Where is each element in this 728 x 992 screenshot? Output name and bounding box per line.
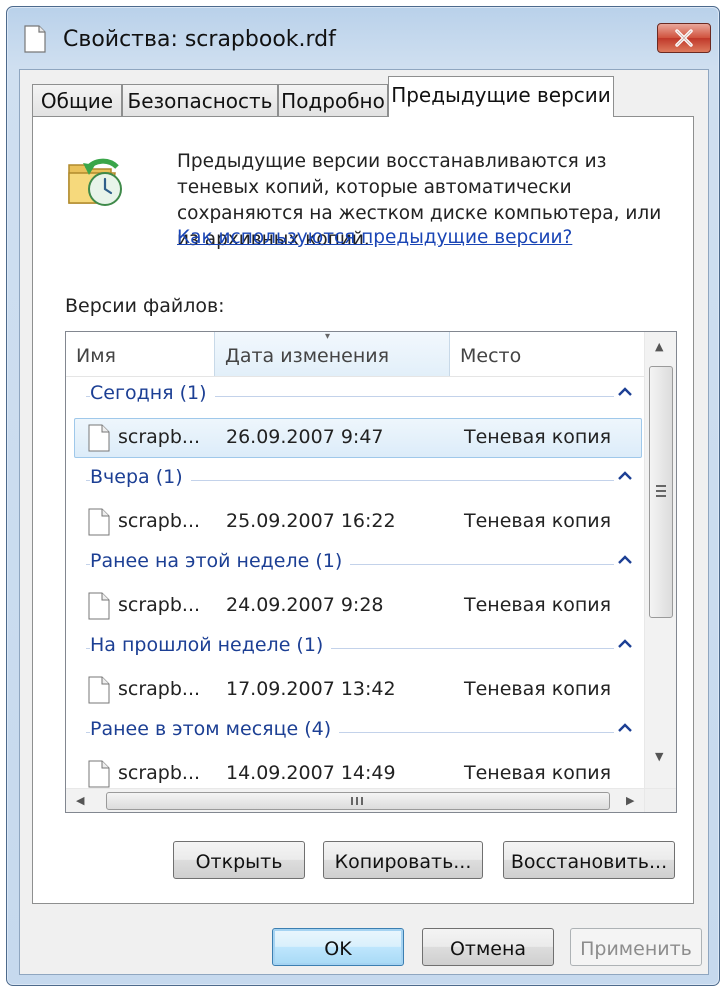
file-icon bbox=[88, 424, 110, 452]
group-header[interactable]: Вчера (1) bbox=[66, 460, 644, 500]
file-date: 25.09.2007 16:22 bbox=[226, 510, 396, 532]
tab-details[interactable]: Подробно bbox=[278, 84, 388, 116]
file-date: 26.09.2007 9:47 bbox=[226, 426, 384, 448]
close-button[interactable] bbox=[657, 23, 711, 53]
group-header[interactable]: Ранее в этом месяце (4) bbox=[66, 712, 644, 752]
vertical-scroll-thumb[interactable] bbox=[649, 366, 673, 618]
column-date-modified[interactable]: ▾ Дата изменения bbox=[214, 332, 450, 376]
grip-line bbox=[656, 490, 666, 492]
collapse-icon[interactable] bbox=[616, 384, 634, 400]
file-date: 14.09.2007 14:49 bbox=[226, 762, 396, 784]
title-bar[interactable]: Свойства: scrapbook.rdf bbox=[7, 7, 719, 69]
dialog-content: Общие Безопасность Подробно Предыдущие в… bbox=[19, 69, 709, 975]
column-location[interactable]: Место bbox=[450, 332, 644, 376]
scroll-up-icon[interactable]: ▲ bbox=[655, 340, 663, 353]
file-location: Теневая копия bbox=[464, 678, 612, 700]
copy-button[interactable]: Копировать... bbox=[323, 841, 483, 879]
group-header[interactable]: Сегодня (1) bbox=[66, 376, 644, 416]
column-name[interactable]: Имя bbox=[66, 332, 214, 376]
scroll-left-icon[interactable]: ◀ bbox=[76, 794, 84, 807]
file-name: scrapb... bbox=[118, 678, 201, 700]
file-name: scrapb... bbox=[118, 594, 201, 616]
ok-button[interactable]: OK bbox=[272, 928, 404, 966]
file-date: 24.09.2007 9:28 bbox=[226, 594, 384, 616]
file-location: Теневая копия bbox=[464, 762, 612, 784]
scroll-down-icon[interactable]: ▼ bbox=[655, 750, 663, 763]
grip-line bbox=[356, 797, 358, 805]
collapse-icon[interactable] bbox=[616, 720, 634, 736]
horizontal-scrollbar[interactable]: ◀ ▶ bbox=[66, 788, 676, 812]
grip-line bbox=[656, 495, 666, 497]
file-location: Теневая копия bbox=[464, 426, 612, 448]
group-label: Вчера (1) bbox=[90, 466, 191, 488]
properties-dialog: Свойства: scrapbook.rdf Общие Безопаснос… bbox=[6, 6, 720, 986]
column-header: Имя ▾ Дата изменения Место bbox=[66, 332, 644, 377]
list-item[interactable]: scrapb... 26.09.2007 9:47 Теневая копия bbox=[66, 418, 644, 460]
file-versions-label: Версии файлов: bbox=[65, 295, 225, 317]
file-icon bbox=[88, 760, 110, 788]
scroll-right-icon[interactable]: ▶ bbox=[626, 794, 634, 807]
list-item[interactable]: scrapb... 24.09.2007 9:28 Теневая копия bbox=[66, 586, 644, 628]
close-icon bbox=[675, 29, 693, 47]
tab-previous-versions[interactable]: Предыдущие версии bbox=[388, 76, 614, 117]
document-icon bbox=[24, 25, 46, 53]
folder-restore-icon bbox=[68, 158, 122, 206]
tab-security[interactable]: Безопасность bbox=[122, 84, 278, 116]
group-label: На прошлой неделе (1) bbox=[90, 634, 332, 656]
file-date: 17.09.2007 13:42 bbox=[226, 678, 396, 700]
versions-list[interactable]: Имя ▾ Дата изменения Место Сегодня (1) s… bbox=[65, 331, 677, 813]
grip-line bbox=[351, 797, 353, 805]
collapse-icon[interactable] bbox=[616, 552, 634, 568]
window-title: Свойства: scrapbook.rdf bbox=[63, 27, 336, 52]
apply-button[interactable]: Применить bbox=[570, 928, 702, 966]
collapse-icon[interactable] bbox=[616, 468, 634, 484]
file-icon bbox=[88, 508, 110, 536]
column-date-label: Дата изменения bbox=[225, 345, 390, 367]
group-label: Сегодня (1) bbox=[90, 382, 215, 404]
list-item[interactable]: scrapb... 25.09.2007 16:22 Теневая копия bbox=[66, 502, 644, 544]
open-button[interactable]: Открыть bbox=[173, 841, 305, 879]
group-label: Ранее в этом месяце (4) bbox=[90, 718, 340, 740]
group-header[interactable]: Ранее на этой неделе (1) bbox=[66, 544, 644, 584]
restore-button[interactable]: Восстановить... bbox=[503, 841, 675, 879]
file-name: scrapb... bbox=[118, 510, 201, 532]
grip-line bbox=[656, 485, 666, 487]
file-location: Теневая копия bbox=[464, 510, 612, 532]
help-link[interactable]: Как используются предыдущие версии? bbox=[177, 227, 572, 248]
collapse-icon[interactable] bbox=[616, 636, 634, 652]
list-item[interactable]: scrapb... 17.09.2007 13:42 Теневая копия bbox=[66, 670, 644, 712]
tab-general[interactable]: Общие bbox=[32, 84, 122, 116]
previous-versions-panel: Предыдущие версии восстанавливаются из т… bbox=[32, 116, 694, 904]
file-icon bbox=[88, 676, 110, 704]
file-name: scrapb... bbox=[118, 426, 201, 448]
scroll-corner bbox=[644, 789, 676, 812]
horizontal-scroll-thumb[interactable] bbox=[106, 792, 610, 810]
group-header[interactable]: На прошлой неделе (1) bbox=[66, 628, 644, 668]
cancel-button[interactable]: Отмена bbox=[422, 928, 554, 966]
vertical-scrollbar[interactable]: ▲ ▼ bbox=[644, 332, 676, 788]
grip-line bbox=[361, 797, 363, 805]
file-name: scrapb... bbox=[118, 762, 201, 784]
file-location: Теневая копия bbox=[464, 594, 612, 616]
sort-arrow-icon: ▾ bbox=[325, 331, 331, 342]
file-icon bbox=[88, 592, 110, 620]
group-label: Ранее на этой неделе (1) bbox=[90, 550, 351, 572]
